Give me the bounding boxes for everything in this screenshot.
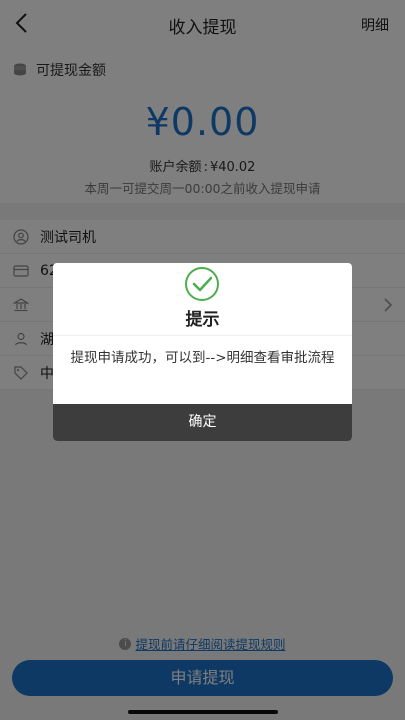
dialog-title: 提示 [185,310,220,330]
confirm-button[interactable]: 确定 [53,404,352,441]
check-circle-icon [185,267,219,301]
success-dialog: 提示 提现申请成功，可以到-->明细查看审批流程 确定 [53,263,352,441]
dialog-message: 提现申请成功，可以到-->明细查看审批流程 [70,350,335,366]
dialog-divider [53,335,352,336]
